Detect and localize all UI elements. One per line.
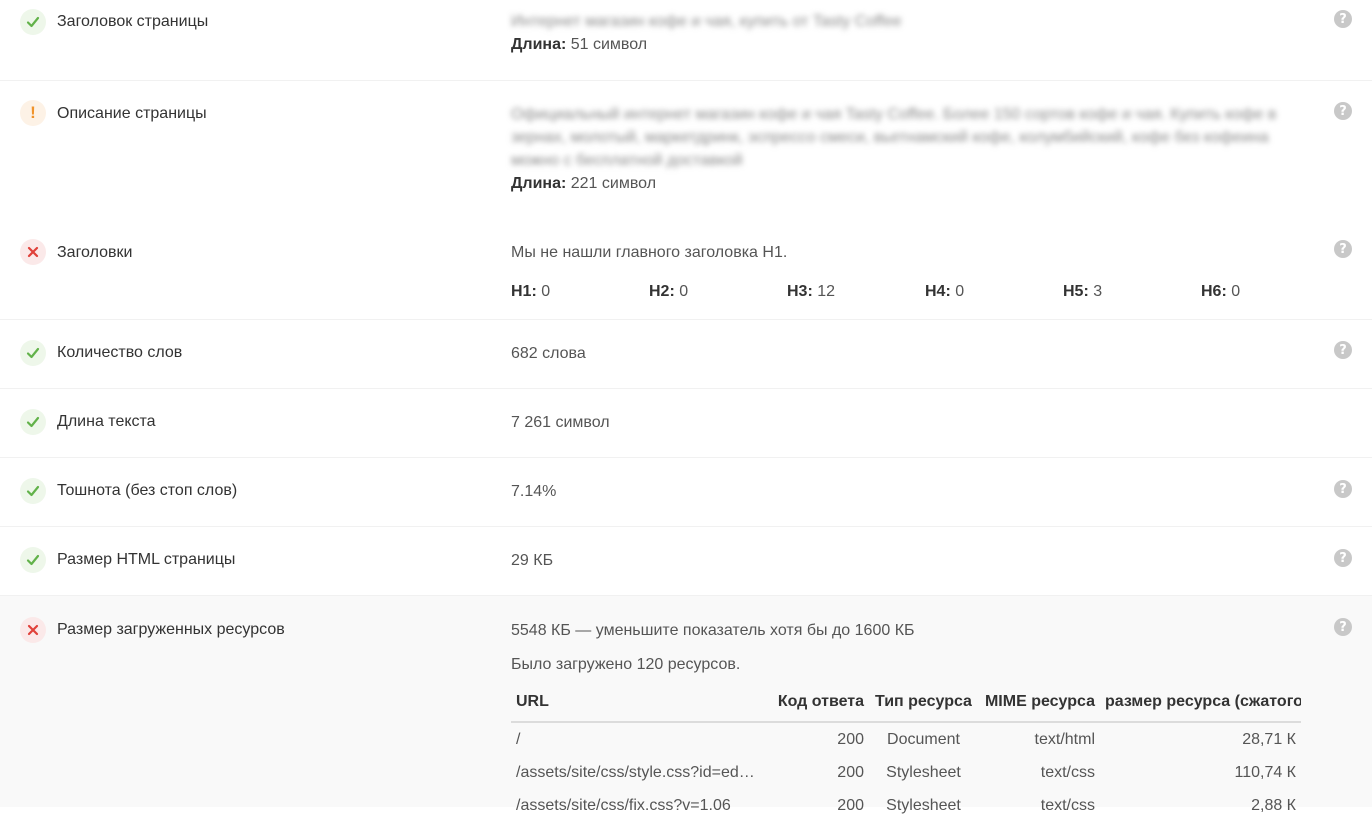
check-icon bbox=[20, 478, 46, 504]
cell-resource-type: Stylesheet bbox=[886, 763, 961, 781]
length-value: 221 символ bbox=[570, 175, 657, 192]
row-value: Интернет магазин кофе и чая, купить от T… bbox=[511, 10, 1301, 56]
help-icon[interactable]: ? bbox=[1334, 10, 1352, 28]
row-html-size: Размер HTML страницы 29 КБ ? bbox=[0, 527, 1372, 596]
length-label: Длина: bbox=[511, 175, 567, 192]
page-title-value: Интернет магазин кофе и чая, купить от T… bbox=[511, 13, 902, 30]
help-icon[interactable]: ? bbox=[1334, 341, 1352, 359]
check-icon bbox=[20, 547, 46, 573]
error-icon bbox=[20, 617, 46, 643]
column-header-url[interactable]: URL bbox=[511, 683, 766, 723]
help-icon[interactable]: ? bbox=[1334, 618, 1352, 636]
column-header-resource-type[interactable]: Тип ресурса bbox=[869, 683, 978, 723]
row-label: Количество слов bbox=[57, 344, 183, 361]
row-label: Заголовки bbox=[57, 244, 133, 261]
help-icon[interactable]: ? bbox=[1334, 549, 1352, 567]
check-icon bbox=[20, 409, 46, 435]
cell-mime: text/css bbox=[1040, 763, 1095, 781]
heading-count-h5: H5: 3 bbox=[1063, 283, 1103, 300]
row-value: 29 КБ bbox=[511, 552, 554, 569]
row-value: 7.14% bbox=[511, 483, 557, 500]
table-row: /assets/site/css/fix.css?v=1.06 200 Styl… bbox=[511, 789, 1301, 822]
column-header-mime[interactable]: MIME ресурса bbox=[978, 683, 1100, 723]
row-label: Размер загруженных ресурсов bbox=[57, 621, 285, 638]
row-headings: Заголовки Мы не нашли главного заголовка… bbox=[0, 219, 1372, 320]
check-icon bbox=[20, 340, 46, 366]
table-row: / 200 Document text/html 28,71 К bbox=[511, 722, 1301, 756]
row-label: Заголовок страницы bbox=[57, 13, 209, 30]
cell-resource-type: Document bbox=[887, 730, 960, 748]
check-icon bbox=[20, 9, 46, 35]
row-word-count: Количество слов 682 слова ? bbox=[0, 320, 1372, 389]
row-label: Размер HTML страницы bbox=[57, 551, 236, 568]
help-icon[interactable]: ? bbox=[1334, 102, 1352, 120]
cell-status-code: 200 bbox=[837, 796, 864, 814]
page-description-value: Официальный интернет магазин кофе и чая … bbox=[511, 106, 1277, 169]
row-value: 7 261 символ bbox=[511, 414, 610, 431]
headings-message: Мы не нашли главного заголовка H1. bbox=[511, 244, 788, 261]
row-text-length: Длина текста 7 261 символ bbox=[0, 389, 1372, 458]
column-header-size[interactable]: размер ресурса (сжатого bbox=[1100, 683, 1301, 723]
column-header-status-code[interactable]: Код ответа bbox=[766, 683, 869, 723]
cell-size: 28,71 К bbox=[1242, 730, 1296, 748]
row-label: Описание страницы bbox=[57, 105, 207, 122]
cell-mime: text/css bbox=[1040, 796, 1095, 814]
length-label: Длина: bbox=[511, 36, 567, 53]
row-page-title: Заголовок страницы Интернет магазин кофе… bbox=[0, 0, 1372, 81]
heading-count-h2: H2: 0 bbox=[649, 283, 689, 300]
error-icon bbox=[20, 239, 46, 265]
heading-count-h1: H1: 0 bbox=[511, 283, 551, 300]
row-page-description: ! Описание страницы Официальный интернет… bbox=[0, 81, 1372, 219]
resources-count-note: Было загружено 120 ресурсов. bbox=[511, 656, 741, 673]
length-value: 51 символ bbox=[570, 36, 648, 53]
row-label: Длина текста bbox=[57, 413, 156, 430]
cell-size: 2,88 К bbox=[1251, 796, 1296, 814]
cell-status-code: 200 bbox=[837, 730, 864, 748]
cell-status-code: 200 bbox=[837, 763, 864, 781]
table-row: /assets/site/css/style.css?id=ed… 200 St… bbox=[511, 756, 1301, 789]
resources-size-value: 5548 КБ — уменьшите показатель хотя бы д… bbox=[511, 622, 915, 639]
heading-count-h3: H3: 12 bbox=[787, 283, 836, 300]
resources-table: URL Код ответа Тип ресурса MIME ресурса … bbox=[511, 683, 1301, 822]
cell-url[interactable]: / bbox=[511, 722, 766, 756]
warning-icon: ! bbox=[20, 100, 46, 126]
cell-size: 110,74 К bbox=[1234, 763, 1296, 781]
row-value: 682 слова bbox=[511, 345, 586, 362]
heading-count-h4: H4: 0 bbox=[925, 283, 965, 300]
row-value: Официальный интернет магазин кофе и чая … bbox=[511, 103, 1301, 195]
row-keyword-density: Тошнота (без стоп слов) 7.14% ? bbox=[0, 458, 1372, 527]
cell-resource-type: Stylesheet bbox=[886, 796, 961, 814]
cell-mime: text/html bbox=[1034, 730, 1095, 748]
cell-url[interactable]: /assets/site/css/style.css?id=ed… bbox=[511, 756, 766, 789]
row-label: Тошнота (без стоп слов) bbox=[57, 482, 238, 499]
table-header-row: URL Код ответа Тип ресурса MIME ресурса … bbox=[511, 683, 1301, 723]
heading-count-h6: H6: 0 bbox=[1201, 283, 1241, 300]
cell-url[interactable]: /assets/site/css/fix.css?v=1.06 bbox=[511, 789, 766, 822]
help-icon[interactable]: ? bbox=[1334, 240, 1352, 258]
help-icon[interactable]: ? bbox=[1334, 480, 1352, 498]
